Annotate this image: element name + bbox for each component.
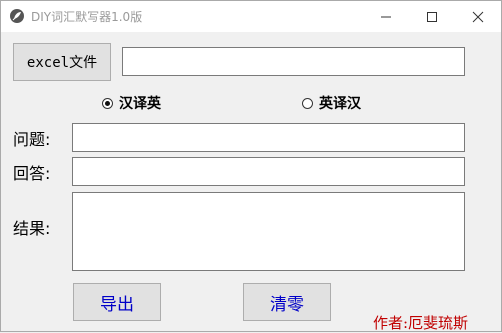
radio-unselected-icon[interactable] xyxy=(302,97,313,109)
feather-app-icon xyxy=(10,9,24,23)
question-label: 问题: xyxy=(13,130,51,149)
mode-radio-zh-en[interactable]: 汉译英 xyxy=(102,94,161,112)
minimize-button[interactable] xyxy=(363,1,409,32)
excel-file-button[interactable]: excel文件 xyxy=(13,43,111,81)
minimize-icon xyxy=(381,16,391,17)
maximize-icon xyxy=(427,11,437,22)
radio-selected-icon[interactable] xyxy=(102,97,113,109)
mode-label-zh-en: 汉译英 xyxy=(119,96,161,112)
mode-radio-en-zh[interactable]: 英译汉 xyxy=(302,94,361,112)
export-button[interactable]: 导出 xyxy=(73,283,161,321)
title-bar[interactable]: DIY词汇默写器1.0版 xyxy=(1,1,501,32)
author-credit: 作者:厄斐琉斯 xyxy=(373,314,469,332)
answer-label: 回答: xyxy=(13,164,51,183)
file-path-input[interactable] xyxy=(122,47,465,76)
close-icon xyxy=(472,11,484,22)
result-textarea[interactable] xyxy=(72,192,465,271)
app-window: DIY词汇默写器1.0版 excel文件 汉译英 英译汉 问题: 回答: 结果:… xyxy=(0,0,502,332)
clear-button[interactable]: 清零 xyxy=(243,283,331,321)
mode-label-en-zh: 英译汉 xyxy=(319,96,361,112)
result-label: 结果: xyxy=(13,219,51,238)
window-title: DIY词汇默写器1.0版 xyxy=(31,10,143,24)
answer-input[interactable] xyxy=(72,157,465,186)
close-button[interactable] xyxy=(455,1,501,32)
maximize-button[interactable] xyxy=(409,1,455,32)
question-input[interactable] xyxy=(72,123,465,152)
